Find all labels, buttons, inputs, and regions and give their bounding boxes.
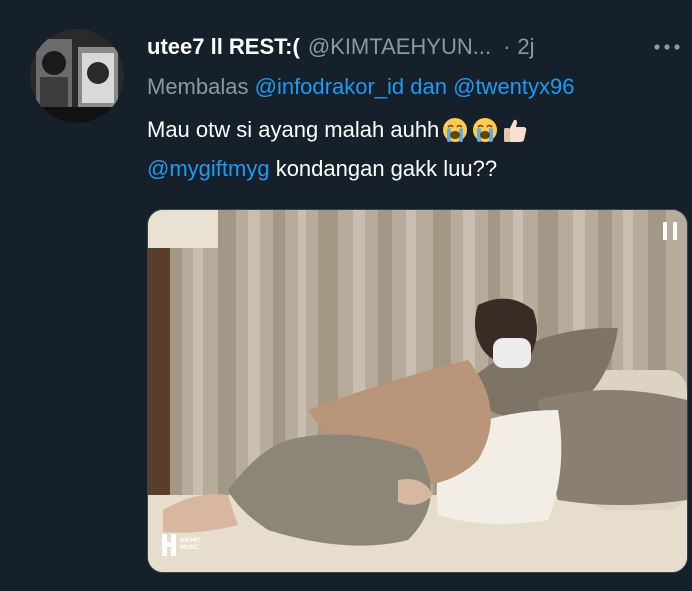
tweet[interactable]: utee7 ll REST:( @KIMTAEHYUN... · 2j Memb… (0, 0, 692, 591)
mention-link[interactable]: @twentyx96 (453, 74, 574, 99)
ellipsis-icon (654, 44, 680, 50)
avatar-image (30, 29, 124, 123)
avatar[interactable] (30, 29, 124, 123)
user-handle[interactable]: @KIMTAEHYUN... (308, 34, 491, 60)
watermark-line: MUSIC (180, 545, 200, 551)
thumbs-up-icon (501, 116, 529, 144)
loudly-crying-face-icon (441, 116, 469, 144)
bighit-logo-icon (162, 534, 176, 556)
tweet-text: Mau otw si ayang malah auhh (147, 117, 440, 142)
mention-link[interactable]: @infodrakor_id (255, 74, 405, 99)
expand-icon (663, 222, 677, 240)
more-options-button[interactable] (650, 33, 684, 61)
watermark-line: BIGHIT (180, 538, 201, 544)
loudly-crying-face-icon (471, 116, 499, 144)
tweet-header: utee7 ll REST:( @KIMTAEHYUN... · 2j (147, 32, 535, 62)
replying-to-label: Membalas (147, 74, 249, 99)
watermark-text: BIGHIT MUSIC (180, 538, 200, 552)
tweet-text: kondangan gakk luu?? (269, 156, 498, 181)
mention-link[interactable]: @mygiftmyg (147, 156, 270, 182)
separator-dot: · (503, 34, 511, 59)
display-name[interactable]: utee7 ll REST:( (147, 34, 300, 60)
tweet-text-line: @mygiftmyg kondangan gakk luu?? (147, 156, 497, 182)
watermark: BIGHIT MUSIC (162, 534, 200, 556)
fullscreen-button[interactable] (661, 220, 679, 242)
photo-image (148, 210, 687, 572)
tweet-media-photo[interactable]: BIGHIT MUSIC (147, 209, 688, 573)
tweet-text-line: Mau otw si ayang malah auhh (147, 116, 529, 144)
replying-to-joiner: dan (410, 74, 447, 99)
timestamp[interactable]: 2j (517, 34, 534, 60)
replying-to: Membalas @infodrakor_id dan @twentyx96 (147, 74, 575, 100)
